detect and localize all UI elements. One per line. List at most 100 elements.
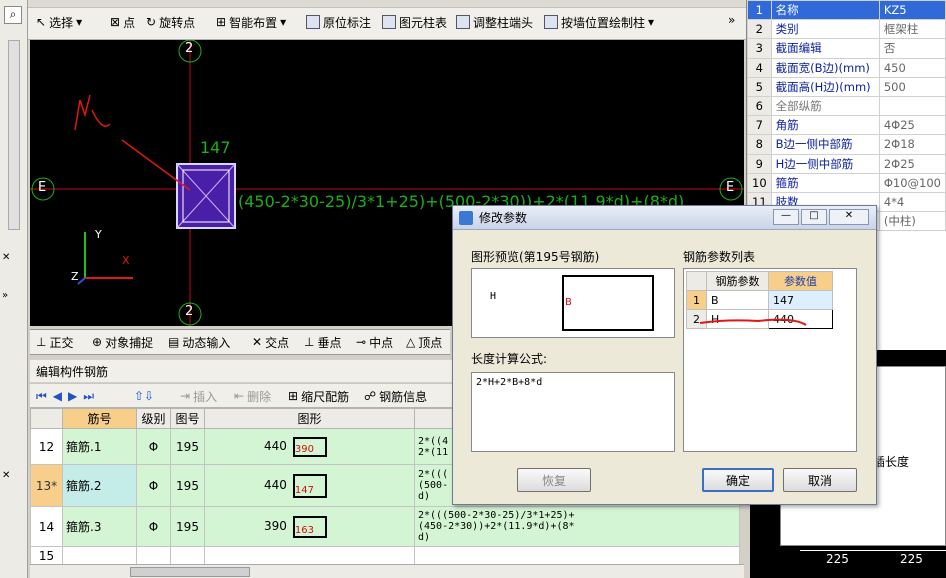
dialog-title: 修改参数	[479, 211, 528, 225]
snap-toolbar: ⊥ 正交 ⊕ 对象捕捉 ▤ 动态输入 ✕ 交点 ⊥ 垂点 ⊸ 中点 △ 顶点	[30, 329, 450, 355]
perp-snap[interactable]: ⊥ 垂点	[304, 332, 341, 352]
input-icon: ▤	[168, 335, 180, 349]
rebar-grade[interactable]: Φ	[136, 506, 171, 547]
property-row[interactable]: 9 H边一侧中部筋 2Φ25	[747, 153, 946, 174]
header-num: 筋号	[62, 408, 137, 429]
ucs-x-label: X	[122, 254, 130, 267]
ucs-z-label: Z	[71, 270, 79, 283]
horizontal-scrollbar[interactable]	[30, 564, 744, 578]
annotation-underline	[699, 318, 807, 326]
property-row[interactable]: 10 箍筋 Φ10@100	[747, 172, 946, 193]
property-row[interactable]: 4 截面宽(B边)(mm) 450	[747, 57, 946, 78]
param-row[interactable]: 1 B 147	[686, 290, 833, 310]
minimize-icon[interactable]: —	[773, 209, 799, 225]
adjust-col-end-button[interactable]: 调整柱端头	[456, 12, 533, 32]
intersect-icon: ✕	[252, 335, 263, 349]
rebar-name[interactable]: 箍筋.1	[62, 428, 137, 465]
preview-h-label: H	[490, 291, 497, 302]
draw-icon	[544, 15, 558, 29]
axis-label-top: 2	[185, 41, 194, 56]
header-shape: 图形	[204, 408, 415, 429]
property-row[interactable]: 7 角筋 4Φ25	[747, 115, 946, 136]
shape-height: 163	[292, 515, 327, 538]
shape-preview: H B	[471, 268, 675, 338]
row-num: 13*	[30, 464, 63, 507]
rebar-grade[interactable]: Φ	[136, 428, 171, 465]
chevron-right-icon[interactable]: »	[2, 290, 8, 301]
point-button[interactable]: ⊠ 点	[110, 12, 135, 32]
close-icon[interactable]: ✕	[829, 209, 869, 225]
property-row[interactable]: 3 截面编辑否	[747, 38, 946, 59]
move-up-down[interactable]: ⇧⇩	[134, 386, 154, 406]
toolbar: ↖ 选择 ▾ ⊠ 点 ↻ 旋转点 ⊞ 智能布置 ▾ 原位标注 图元柱表 调整柱端头 按墙位置…	[28, 0, 746, 40]
table-row[interactable]: 15	[30, 546, 740, 565]
delete-button[interactable]: ⇤ 删除	[234, 386, 271, 406]
more-icon[interactable]: »	[728, 10, 735, 30]
handwritten-mark	[74, 94, 111, 131]
rebar-formula[interactable]: 2*(((500-2*30-25)/3*1+25)+ (450-2*30))+2*…	[414, 506, 740, 547]
rebar-shape[interactable]: 390 163	[204, 506, 415, 547]
rebar-info-button[interactable]: ☍ 钢筋信息	[364, 386, 427, 406]
ortho-toggle[interactable]: ⊥ 正交	[36, 332, 73, 352]
left-panel-strip: ⌕ ✕ » ✕	[0, 0, 28, 578]
shape-width: 440	[264, 478, 287, 492]
nav-first-prev-next-last[interactable]: ⏮◀▶⏭	[36, 386, 100, 406]
cursor-icon: ↖	[36, 15, 47, 29]
rebar-shape[interactable]: 440 390	[204, 428, 415, 465]
cancel-button[interactable]: 取消	[783, 468, 857, 492]
close-icon[interactable]: ✕	[2, 470, 10, 481]
rebar-shape[interactable]: 440 147	[204, 464, 415, 507]
smart-layout-button[interactable]: ⊞ 智能布置 ▾	[216, 12, 286, 32]
grid-icon: ⊞	[216, 15, 227, 29]
formula-textarea[interactable]: 2*H+2*B+8*d	[471, 372, 675, 452]
property-table: 1 名称 KZ5 2 类别 框架柱 3 截面编辑否 4 截面宽(B边)(mm) 450 5 截面…	[747, 0, 946, 232]
elem-table-button[interactable]: 图元柱表	[382, 12, 447, 32]
shape-height: 390	[292, 436, 327, 457]
shape-height: 147	[292, 473, 327, 498]
point-icon: ⊠	[110, 15, 121, 29]
mid-snap[interactable]: ⊸ 中点	[356, 332, 393, 352]
rebar-fig[interactable]: 195	[170, 464, 205, 507]
dyn-input-toggle[interactable]: ▤ 动态输入	[168, 332, 230, 352]
scale-rebar-button[interactable]: ⊞ 缩尺配筋	[288, 386, 349, 406]
restore-button[interactable]: 恢复	[517, 468, 591, 492]
search-icon[interactable]: ⌕	[4, 6, 22, 24]
rotate-point-button[interactable]: ↻ 旋转点	[146, 12, 195, 32]
axis-label-right: E	[726, 180, 735, 195]
maximize-icon[interactable]: □	[801, 209, 827, 225]
property-row[interactable]: 2 类别 框架柱	[747, 19, 946, 40]
rebar-name[interactable]: 箍筋.3	[62, 506, 137, 547]
insert-button[interactable]: ⇥ 插入	[180, 386, 217, 406]
scrollbar[interactable]	[8, 40, 20, 230]
vertex-snap[interactable]: △ 顶点	[406, 332, 442, 352]
property-row[interactable]: 5 截面高(H边)(mm) 500	[747, 76, 946, 97]
close-icon[interactable]: ✕	[2, 252, 10, 263]
scroll-thumb[interactable]	[130, 567, 250, 577]
axis-label-bottom: 2	[185, 304, 194, 319]
rebar-grade[interactable]: Φ	[136, 464, 171, 507]
window-controls: — □ ✕	[773, 209, 869, 225]
rotate-icon: ↻	[146, 15, 157, 29]
select-button[interactable]: ↖ 选择 ▾	[36, 12, 82, 32]
table-row[interactable]: 14 箍筋.3 Φ 195 390 163 2*(((500-2*30-25)/3…	[30, 506, 740, 547]
property-row[interactable]: 6 全部纵筋	[747, 95, 946, 117]
vertex-icon: △	[406, 335, 416, 349]
ok-button[interactable]: 确定	[702, 468, 774, 492]
rebar-fig[interactable]: 195	[170, 428, 205, 465]
intersect-snap[interactable]: ✕ 交点	[252, 332, 289, 352]
property-row[interactable]: 8 B边一侧中部筋 2Φ18	[747, 134, 946, 155]
draw-by-pos-button[interactable]: 按墙位置绘制柱 ▾	[544, 12, 654, 32]
obj-snap-toggle[interactable]: ⊕ 对象捕捉	[92, 332, 153, 352]
modify-params-dialog: 修改参数 — □ ✕ 图形预览(第195号钢筋) H B 长度计算公式: 2*H…	[452, 205, 877, 505]
param-table-box: 钢筋参数 参数值 1 B 147 2 H 440	[683, 268, 857, 452]
header-grade: 级别	[136, 408, 171, 429]
rebar-fig[interactable]: 195	[170, 506, 205, 547]
row-num: 15	[30, 546, 63, 565]
dimension-value: 147	[200, 138, 231, 157]
rebar-name[interactable]: 箍筋.2	[62, 464, 137, 507]
ucs-z-axis	[77, 277, 86, 285]
orig-label-button[interactable]: 原位标注	[306, 12, 371, 32]
dialog-titlebar: 修改参数 — □ ✕	[453, 206, 876, 230]
axis-label-left: E	[38, 180, 47, 195]
property-row[interactable]: 1 名称 KZ5	[747, 0, 946, 21]
